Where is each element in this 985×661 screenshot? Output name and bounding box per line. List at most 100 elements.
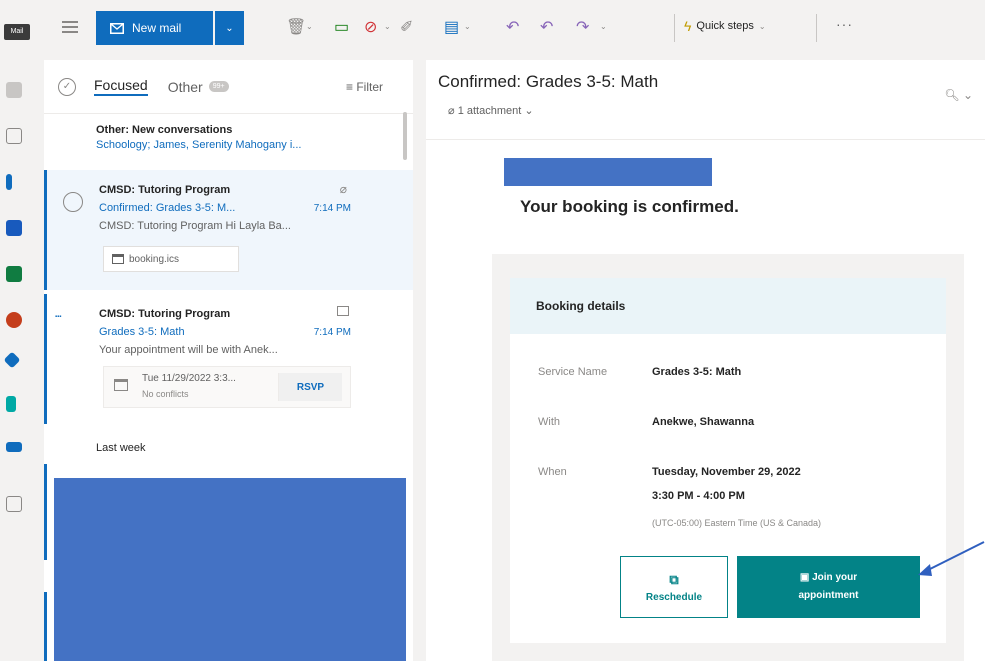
zoom-icon[interactable]: 🔍︎ ⌄ xyxy=(944,88,973,102)
people-icon[interactable] xyxy=(6,82,22,98)
excel-icon[interactable] xyxy=(6,266,22,282)
when-label: When xyxy=(538,466,567,478)
powerpoint-icon[interactable] xyxy=(6,312,22,328)
calendar-icon xyxy=(114,379,128,391)
move-to-folder-icon[interactable]: ▤ xyxy=(444,17,459,37)
when-date: Tuesday, November 29, 2022 xyxy=(652,466,801,478)
with-value: Anekwe, Shawanna xyxy=(652,416,755,428)
paperclip-icon: ⌀ xyxy=(339,182,347,196)
filter-label: Filter xyxy=(356,80,383,94)
redacted-area xyxy=(504,158,712,186)
new-mail-button[interactable]: New mail xyxy=(96,11,213,45)
chevron-down-icon: ⌄ xyxy=(225,22,234,34)
section-header-last-week: Last week xyxy=(96,442,146,454)
mail-app-tag[interactable]: Mail xyxy=(4,24,30,40)
unread-indicator xyxy=(44,592,47,661)
sweep-icon[interactable]: ✐ xyxy=(400,17,413,37)
attach-icon[interactable] xyxy=(6,128,22,144)
list-item[interactable]: CMSD: Tutoring Program ⌀ Confirmed: Grad… xyxy=(44,170,413,290)
chevron-down-icon: ⌄ xyxy=(524,105,534,117)
message-header: Confirmed: Grades 3-5: Math ⌀ 1 attachme… xyxy=(426,60,985,140)
delete-icon[interactable]: 🗑 xyxy=(286,17,306,37)
chevron-down-icon[interactable]: ⌄ xyxy=(600,22,607,31)
confirmation-heading: Your booking is confirmed. xyxy=(520,197,739,216)
video-call-icon: ▣ xyxy=(799,572,810,583)
new-mail-split-button: New mail ⌄ xyxy=(96,11,244,45)
reply-all-icon[interactable]: ↶ xyxy=(540,17,553,37)
other-count-badge: 99+ xyxy=(208,81,229,92)
preview-text: CMSD: Tutoring Program Hi Layla Ba... xyxy=(99,220,291,232)
chevron-down-icon[interactable]: ⌄ xyxy=(306,22,313,31)
app-rail xyxy=(0,56,32,661)
message-subject: Confirmed: Grades 3-5: Math xyxy=(438,72,659,91)
received-time: 7:14 PM xyxy=(313,203,351,214)
attachments-toggle[interactable]: ⌀ 1 attachment ⌄ xyxy=(448,104,534,117)
timezone: (UTC-05:00) Eastern Time (US & Canada) xyxy=(652,518,822,528)
tab-other[interactable]: Other xyxy=(168,79,203,95)
cloud-icon[interactable] xyxy=(6,442,22,452)
toolbar-divider xyxy=(816,14,817,42)
sender-name: CMSD: Tutoring Program xyxy=(99,308,231,320)
reschedule-button[interactable]: ⧉ Reschedule xyxy=(620,556,728,618)
join-label-line2: appointment xyxy=(798,590,859,601)
attachment-chip[interactable]: booking.ics xyxy=(103,246,239,272)
select-item-checkbox[interactable] xyxy=(63,192,83,212)
lightning-icon: ϟ xyxy=(684,18,692,34)
todo-icon[interactable] xyxy=(6,174,12,190)
bookings-icon[interactable] xyxy=(6,396,16,412)
toolbar-divider xyxy=(674,14,675,42)
service-name-label: Service Name xyxy=(538,366,608,378)
reply-icon[interactable]: ↶ xyxy=(506,17,519,37)
reschedule-label: Reschedule xyxy=(645,591,703,603)
received-time: 7:14 PM xyxy=(313,327,351,338)
new-mail-label: New mail xyxy=(132,21,182,35)
meeting-invite-box: Tue 11/29/2022 3:3... No conflicts RSVP xyxy=(103,366,351,408)
join-label-line1: ▣ Join your xyxy=(800,571,857,585)
onedrive-icon[interactable] xyxy=(3,351,21,369)
select-all-icon[interactable]: ✓ xyxy=(58,77,76,96)
more-options-icon[interactable]: ··· xyxy=(836,16,853,32)
message-list: ✓ Focused Other 99+ ≡ Filter Other: New … xyxy=(44,60,413,661)
meeting-conflicts: No conflicts xyxy=(142,389,189,399)
other-conversations-notice[interactable]: Other: New conversations Schoology; Jame… xyxy=(44,114,413,170)
subject: Grades 3-5: Math xyxy=(99,326,185,338)
rsvp-button[interactable]: RSVP xyxy=(278,373,342,401)
sender-logo: ▪▪▪ xyxy=(55,314,62,320)
quick-steps-button[interactable]: ϟ Quick steps ⌄ xyxy=(684,18,766,34)
scrollbar-thumb[interactable] xyxy=(403,112,407,160)
unread-indicator xyxy=(44,464,47,560)
word-icon[interactable] xyxy=(6,220,22,236)
apps-icon[interactable] xyxy=(6,496,22,512)
filter-button[interactable]: ≡ Filter xyxy=(346,80,383,94)
chevron-down-icon[interactable]: ⌄ xyxy=(464,22,471,31)
chevron-down-icon[interactable]: ⌄ xyxy=(384,22,391,31)
subject: Confirmed: Grades 3-5: M... xyxy=(99,202,236,214)
preview-text: Your appointment will be with Anek... xyxy=(99,344,278,356)
quick-steps-label: Quick steps xyxy=(696,20,754,32)
join-text-1: Join your xyxy=(812,572,858,583)
calendar-file-icon xyxy=(112,254,124,264)
new-mail-dropdown[interactable]: ⌄ xyxy=(215,11,244,45)
external-link-icon: ⧉ xyxy=(669,571,679,587)
join-appointment-button[interactable]: ▣ Join your appointment xyxy=(737,556,920,618)
annotation-arrow xyxy=(918,541,985,576)
list-header: ✓ Focused Other 99+ ≡ Filter xyxy=(44,60,413,114)
attachment-count: 1 attachment xyxy=(457,105,522,117)
list-item[interactable]: ▪▪▪ CMSD: Tutoring Program Grades 3-5: M… xyxy=(44,294,413,424)
other-conversations-title: Other: New conversations xyxy=(96,124,233,136)
report-icon[interactable]: ⊘ xyxy=(364,17,377,37)
menu-icon[interactable] xyxy=(62,21,78,36)
tab-focused[interactable]: Focused xyxy=(94,77,148,96)
with-label: With xyxy=(538,416,560,428)
forward-icon[interactable]: ↷ xyxy=(576,17,589,37)
sender-name: CMSD: Tutoring Program xyxy=(99,184,231,196)
filter-icon: ≡ xyxy=(345,80,353,94)
when-time: 3:30 PM - 4:00 PM xyxy=(652,490,745,502)
mail-icon xyxy=(110,22,124,34)
booking-details-header: Booking details xyxy=(510,278,946,334)
calendar-icon xyxy=(337,306,349,316)
archive-icon[interactable]: ▭ xyxy=(334,17,349,37)
other-conversations-senders: Schoology; James, Serenity Mahogany i... xyxy=(96,139,302,151)
paperclip-icon: ⌀ xyxy=(448,105,455,117)
meeting-date: Tue 11/29/2022 3:3... xyxy=(142,373,236,384)
